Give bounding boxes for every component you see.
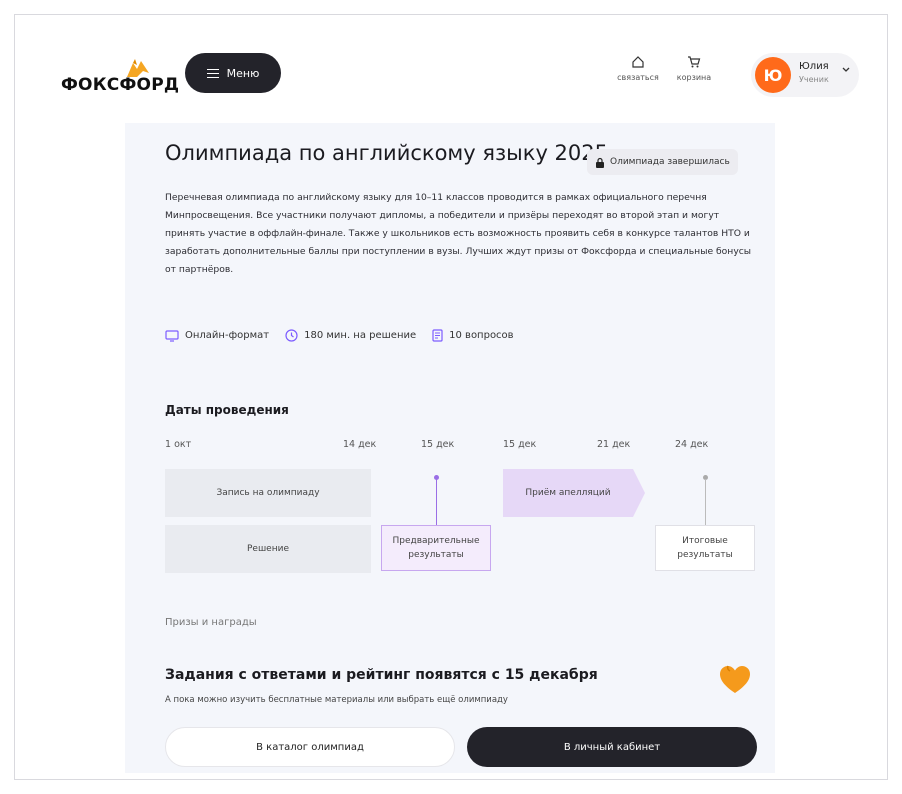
document-icon xyxy=(432,329,443,342)
timeline-connector xyxy=(436,479,437,525)
header-cart[interactable]: корзина xyxy=(671,55,717,82)
avatar: Ю xyxy=(755,57,791,93)
header-cart-label: корзина xyxy=(676,73,712,82)
logo-text[interactable]: ФОКСФОРД xyxy=(61,75,179,95)
status-badge: Олимпиада завершилась xyxy=(587,149,738,175)
feature-questions-label: 10 вопросов xyxy=(449,330,514,341)
burger-icon xyxy=(206,68,219,79)
feature-format: Онлайн-формат xyxy=(165,329,270,342)
feature-duration: 180 мин. на решение xyxy=(285,329,416,342)
user-name: Юлия xyxy=(799,61,829,72)
header-contact-label: связаться xyxy=(617,73,659,82)
timeline-tick: 24 дек xyxy=(675,439,709,450)
timeline-registration: Запись на олимпиаду xyxy=(165,469,371,517)
cta-title: Задания с ответами и рейтинг появятся с … xyxy=(165,667,598,683)
user-role: Ученик xyxy=(799,75,829,84)
fox-logo-icon xyxy=(127,59,149,77)
timeline-preliminary: Предварительные результаты xyxy=(381,525,491,571)
heart-icon xyxy=(720,665,750,693)
timeline-tick: 14 дек xyxy=(343,439,377,450)
timeline-tick: 1 окт xyxy=(165,439,192,450)
menu-button[interactable]: Меню xyxy=(185,53,281,93)
cta-subtitle: А пока можно изучить бесплатные материал… xyxy=(165,695,508,705)
site-header: ФОКСФОРД Меню связаться корзина Ю Юлия У xyxy=(15,15,887,127)
clock-icon xyxy=(285,329,298,342)
monitor-icon xyxy=(165,329,179,342)
status-text: Олимпиада завершилась xyxy=(610,157,730,167)
catalog-button[interactable]: В каталог олимпиад xyxy=(165,727,455,767)
timeline-solving: Решение xyxy=(165,525,371,573)
feature-duration-label: 180 мин. на решение xyxy=(304,330,417,341)
cabinet-button[interactable]: В личный кабинет xyxy=(467,727,757,767)
timeline-connector xyxy=(705,479,706,525)
cart-icon xyxy=(688,56,701,68)
menu-label: Меню xyxy=(226,66,260,80)
timeline-tick: 21 дек xyxy=(597,439,631,450)
timeline-appeals: Приём апелляций xyxy=(503,469,633,517)
feature-questions: 10 вопросов xyxy=(432,329,514,342)
chevron-down-icon xyxy=(842,67,850,72)
user-menu[interactable]: Ю Юлия Ученик xyxy=(751,53,859,97)
timeline-final: Итоговые результаты xyxy=(655,525,755,571)
prizes-link[interactable]: Призы и награды xyxy=(165,617,257,628)
dates-title: Даты проведения xyxy=(165,403,289,417)
home-icon xyxy=(632,56,644,68)
timeline-appeals-arrow xyxy=(633,469,645,517)
timeline-tick: 15 дек xyxy=(421,439,455,450)
feature-list: Онлайн-формат 180 мин. на решение 10 воп… xyxy=(165,329,514,342)
olympiad-description: Перечневая олимпиада по английскому язык… xyxy=(165,192,752,275)
page-title: Олимпиада по английскому языку 2025 xyxy=(165,141,608,165)
header-contact[interactable]: связаться xyxy=(615,55,661,82)
page-frame: ФОКСФОРД Меню связаться корзина Ю Юлия У xyxy=(14,14,888,780)
lock-icon xyxy=(596,157,604,168)
timeline-tick: 15 дек xyxy=(503,439,537,450)
feature-format-label: Онлайн-формат xyxy=(185,330,270,341)
